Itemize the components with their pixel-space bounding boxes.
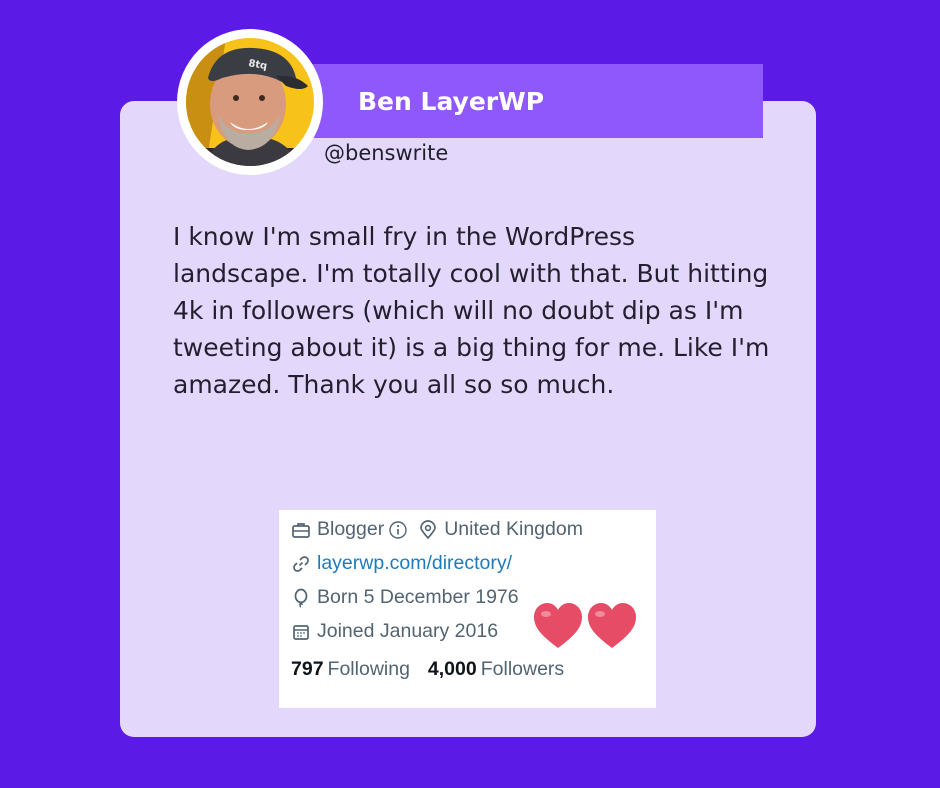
avatar[interactable]: 8tq xyxy=(177,29,323,175)
profile-joined: Joined January 2016 xyxy=(317,620,499,642)
profile-website-link[interactable]: layerwp.com/directory/ xyxy=(317,552,512,575)
following-label[interactable]: Following xyxy=(328,658,410,681)
tweet-text: I know I'm small fry in the WordPress la… xyxy=(173,222,770,399)
profile-info-screenshot: Blogger United Kingdom layerwp.com/direc… xyxy=(279,510,656,708)
followers-label[interactable]: Followers xyxy=(481,658,564,681)
info-icon[interactable] xyxy=(388,520,408,540)
profile-stats-row: 797 Following 4,000 Followers xyxy=(291,658,564,681)
profile-born-row: Born 5 December 1976 xyxy=(291,586,519,609)
link-icon xyxy=(293,555,309,572)
following-count[interactable]: 797 xyxy=(291,658,324,681)
display-name: Ben LayerWP xyxy=(358,86,545,116)
profile-meta-row: Blogger United Kingdom xyxy=(291,518,583,541)
map-pin-icon xyxy=(420,519,437,539)
profile-born: Born 5 December 1976 xyxy=(317,586,519,608)
balloon-icon xyxy=(294,588,308,608)
briefcase-icon xyxy=(292,522,310,538)
followers-count[interactable]: 4,000 xyxy=(428,658,477,681)
calendar-icon xyxy=(293,624,309,640)
profile-category: Blogger xyxy=(317,518,385,540)
display-name-banner: Ben LayerWP xyxy=(270,64,763,138)
profile-joined-row: Joined January 2016 xyxy=(291,620,498,643)
user-handle: @benswrite xyxy=(324,141,449,165)
profile-website-row[interactable]: layerwp.com/directory/ xyxy=(291,552,512,575)
profile-location: United Kingdom xyxy=(444,518,583,540)
hearts-decoration xyxy=(534,603,636,648)
avatar-photo: 8tq xyxy=(186,38,314,166)
heart-icon xyxy=(534,603,582,648)
heart-icon xyxy=(588,603,636,648)
